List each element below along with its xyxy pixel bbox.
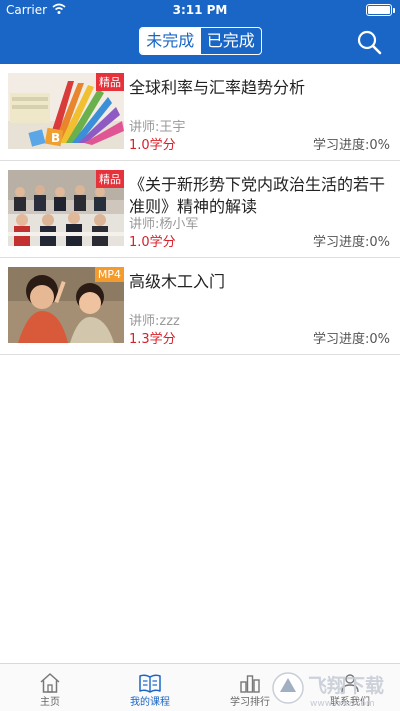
svg-text:B: B <box>51 131 60 145</box>
watermark-logo: 飞翔下载 www.fxxz.com <box>272 672 384 709</box>
tab-label: 我的课程 <box>130 697 170 708</box>
tab-home[interactable]: 主页 <box>0 664 100 711</box>
course-tag: MP4 <box>94 267 124 282</box>
watermark-text: 飞翔下载 <box>308 674 384 697</box>
clock: 3:11 PM <box>172 3 228 17</box>
course-tag: 精品 <box>96 170 124 188</box>
course-credit: 1.3学分 <box>129 332 176 347</box>
course-progress: 学习进度:0% <box>312 332 390 347</box>
course-thumbnail: B 精品 <box>8 73 124 149</box>
course-tag: 精品 <box>96 73 124 91</box>
course-thumbnail: 精品 <box>8 170 124 246</box>
course-progress: 学习进度:0% <box>312 138 390 153</box>
top-bar: Carrier 3:11 PM 未完成 已完成 <box>0 0 400 64</box>
course-teacher: 讲师:zzz <box>129 314 180 329</box>
course-title: 高级木工入门 <box>129 272 226 291</box>
search-icon[interactable] <box>356 29 382 55</box>
book-icon <box>139 674 161 693</box>
battery-icon <box>366 4 395 16</box>
watermark-url: www.fxxz.com <box>310 699 375 709</box>
course-list: B 精品 全球利率与汇率趋势分析 讲师:王宇 1.0学分 学习进度:0% 精品 … <box>0 64 400 355</box>
course-credit: 1.0学分 <box>129 138 176 153</box>
course-item[interactable]: B 精品 全球利率与汇率趋势分析 讲师:王宇 1.0学分 学习进度:0% <box>0 64 400 161</box>
course-teacher: 讲师:王宇 <box>129 120 186 135</box>
course-teacher: 讲师:杨小军 <box>129 217 199 232</box>
course-title: 《关于新形势下党内政治生活的若干准则》精神的解读 <box>129 175 386 216</box>
course-item[interactable]: MP4 高级木工入门 讲师:zzz 1.3学分 学习进度:0% <box>0 258 400 355</box>
tab-my-courses[interactable]: 我的课程 <box>100 664 200 711</box>
course-progress: 学习进度:0% <box>312 235 390 250</box>
course-thumbnail: MP4 <box>8 267 124 343</box>
tab-unfinished[interactable]: 未完成 <box>140 28 201 54</box>
status-bar: Carrier 3:11 PM <box>0 0 400 20</box>
course-credit: 1.0学分 <box>129 235 176 250</box>
tab-finished[interactable]: 已完成 <box>201 28 262 54</box>
course-status-segmented-control: 未完成 已完成 <box>139 27 262 55</box>
tab-label: 主页 <box>40 697 60 708</box>
ranking-icon <box>240 675 260 693</box>
course-title: 全球利率与汇率趋势分析 <box>129 78 306 97</box>
course-item[interactable]: 精品 《关于新形势下党内政治生活的若干准则》精神的解读 讲师:杨小军 1.0学分… <box>0 161 400 258</box>
home-icon <box>40 673 60 693</box>
